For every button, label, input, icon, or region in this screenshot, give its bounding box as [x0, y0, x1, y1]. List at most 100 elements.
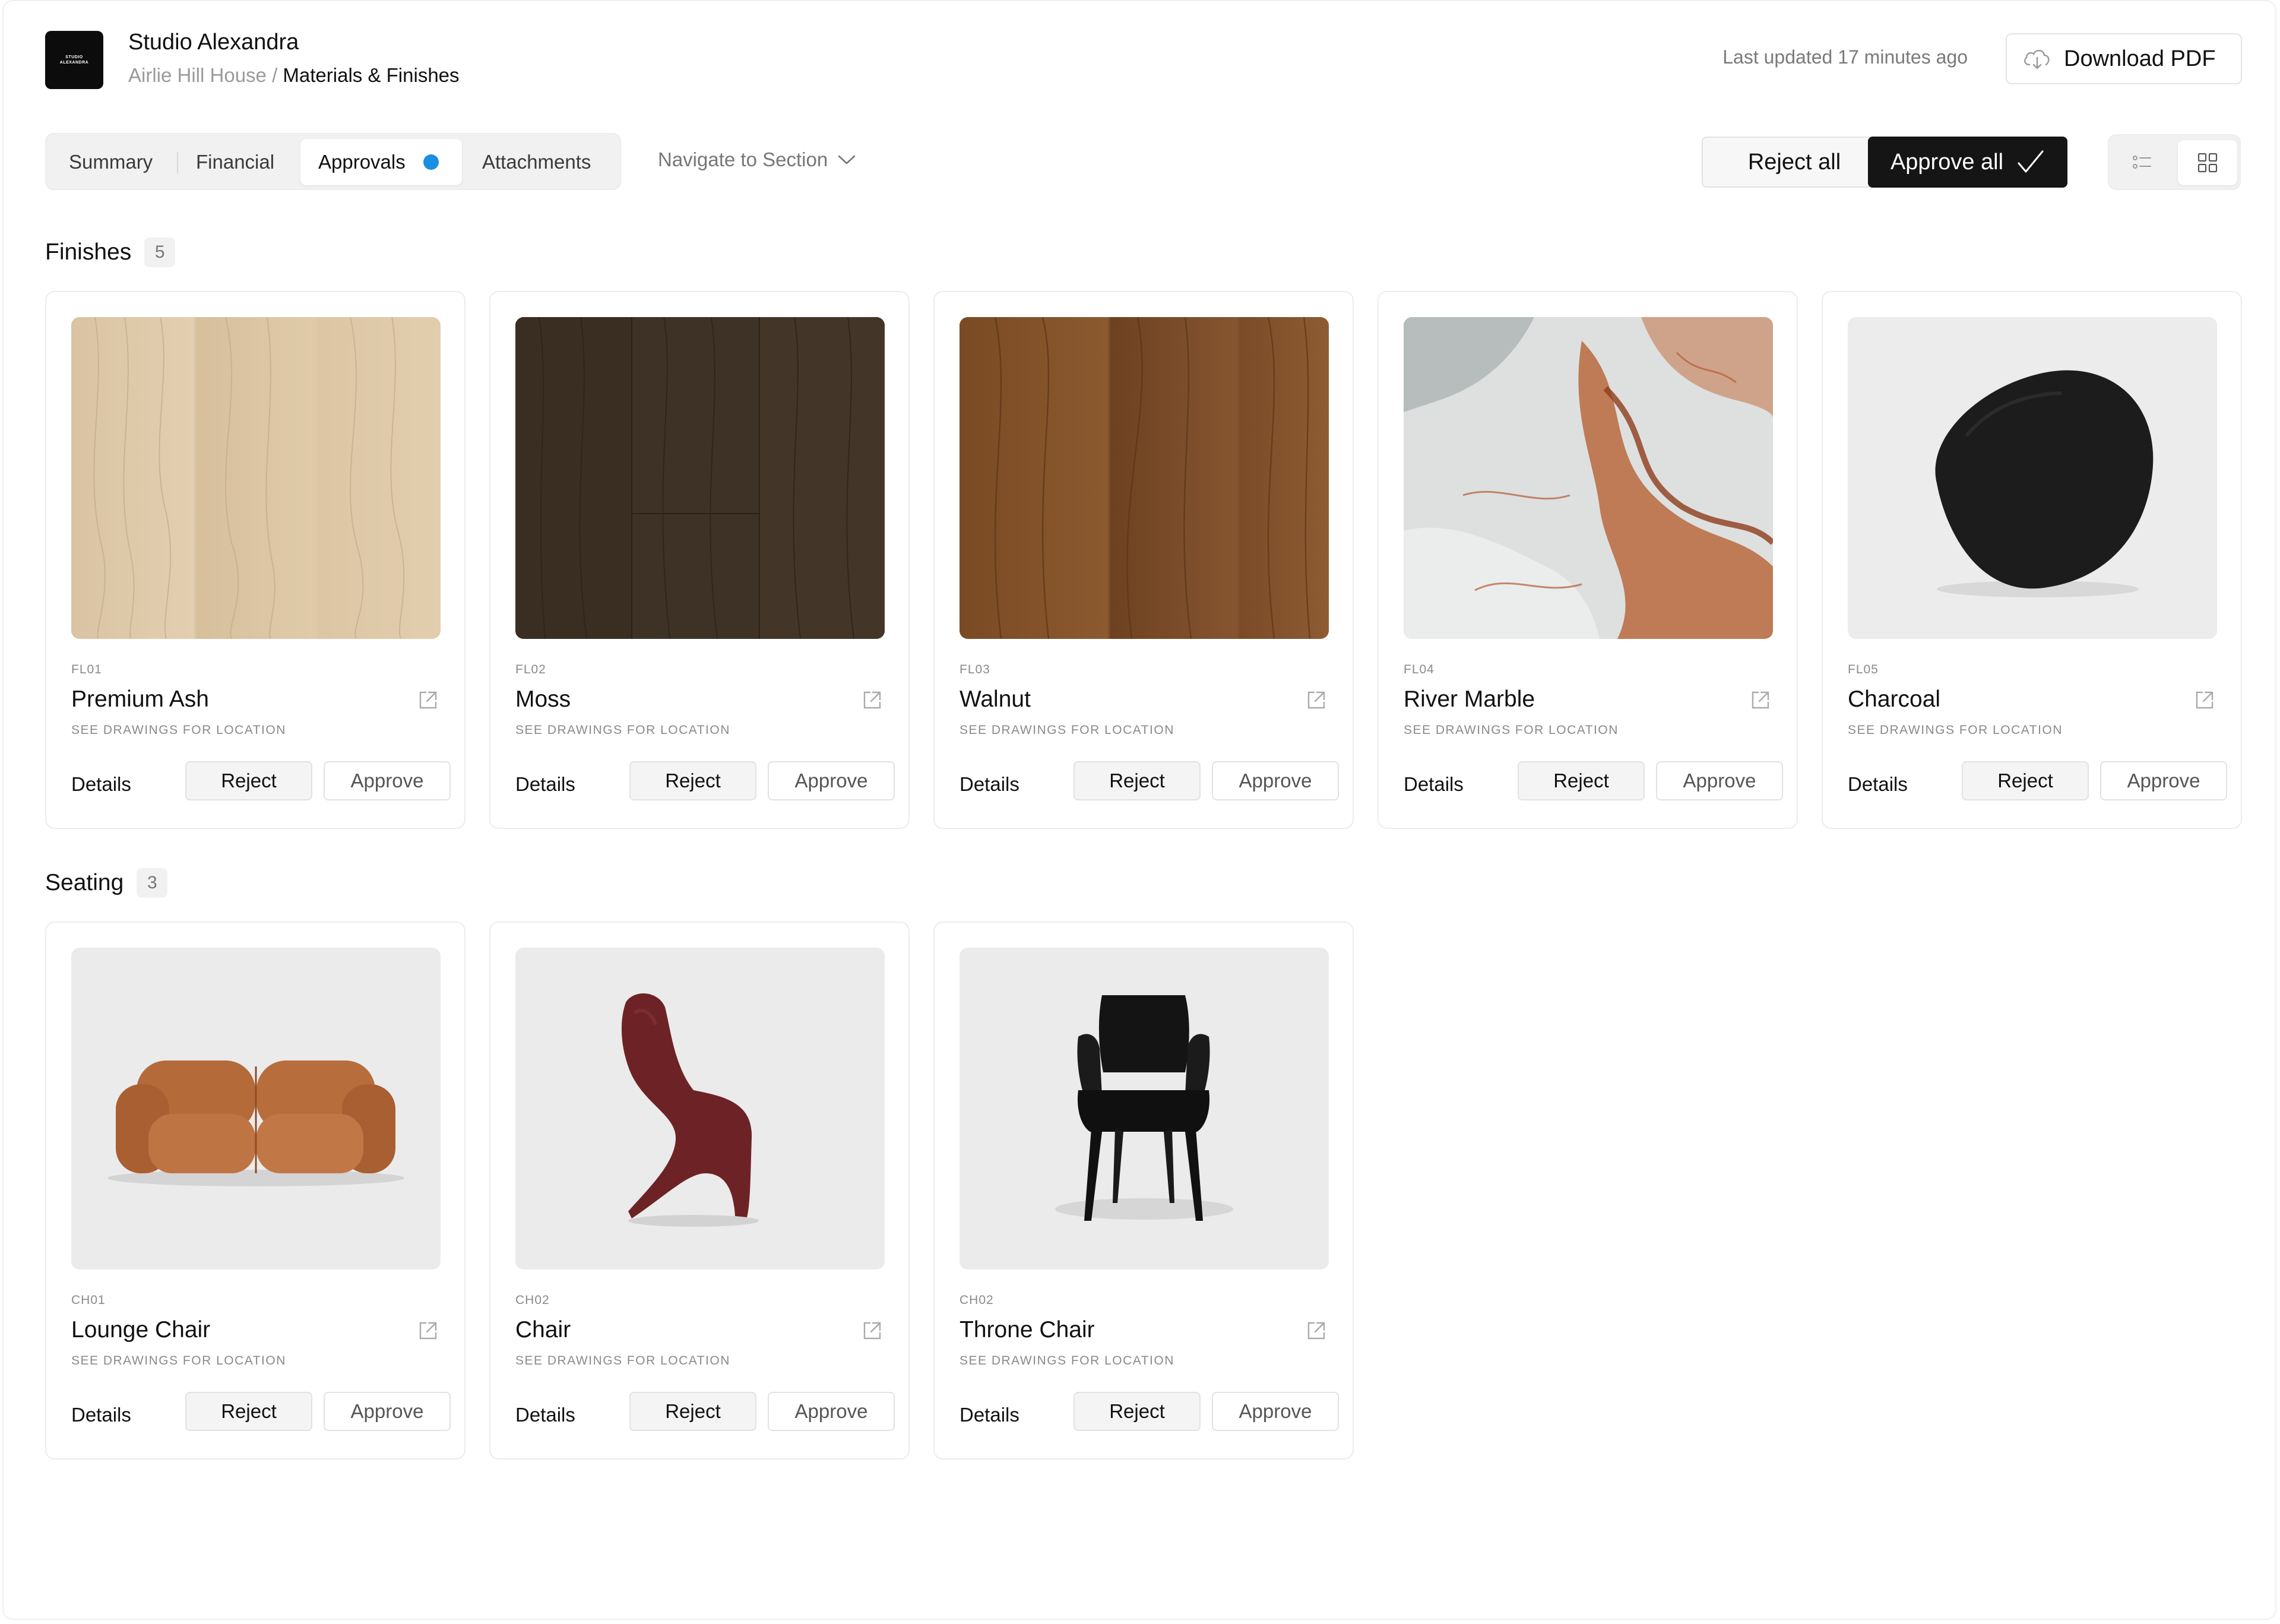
material-location: SEE DRAWINGS FOR LOCATION — [1404, 723, 1619, 737]
cloud-download-icon — [2024, 50, 2050, 69]
external-link-icon[interactable] — [861, 1319, 884, 1342]
grid-view-icon — [2197, 153, 2218, 173]
material-location: SEE DRAWINGS FOR LOCATION — [71, 723, 286, 737]
reject-button[interactable]: Reject — [1518, 761, 1645, 800]
material-image-red-veined-marble — [1404, 317, 1773, 639]
section-title-text: Seating — [45, 870, 124, 895]
tab-attachments-label: Attachments — [482, 151, 591, 173]
details-link[interactable]: Details — [71, 773, 131, 796]
details-link[interactable]: Details — [515, 773, 575, 796]
navigate-to-section-dropdown[interactable]: Navigate to Section — [658, 148, 856, 171]
reject-button[interactable]: Reject — [185, 761, 312, 800]
approve-button[interactable]: Approve — [324, 1392, 451, 1431]
material-card[interactable]: CH01 Lounge Chair SEE DRAWINGS FOR LOCAT… — [45, 922, 466, 1460]
reject-button[interactable]: Reject — [1074, 761, 1201, 800]
material-location: SEE DRAWINGS FOR LOCATION — [1848, 723, 2063, 737]
material-name: Moss — [515, 686, 571, 712]
tab-summary[interactable]: Summary — [51, 139, 170, 185]
material-card[interactable]: FL02 Moss SEE DRAWINGS FOR LOCATION Deta… — [489, 291, 910, 829]
material-code: CH02 — [515, 1293, 550, 1307]
details-link[interactable]: Details — [960, 773, 1019, 796]
approve-button[interactable]: Approve — [1656, 761, 1783, 800]
material-code: CH02 — [960, 1293, 994, 1307]
material-name: Charcoal — [1848, 686, 1941, 712]
reject-button[interactable]: Reject — [629, 1392, 756, 1431]
tab-attachments[interactable]: Attachments — [464, 139, 609, 185]
material-code: CH01 — [71, 1293, 106, 1307]
section-count-badge: 5 — [144, 238, 176, 267]
checkmark-icon — [2018, 150, 2044, 173]
material-card[interactable]: FL05 Charcoal SEE DRAWINGS FOR LOCATION … — [1822, 291, 2242, 829]
approve-all-label: Approve all — [1890, 149, 2004, 175]
grid-view-button[interactable] — [2178, 140, 2237, 185]
tab-approvals-label: Approvals — [318, 151, 406, 173]
breadcrumb-project[interactable]: Airlie Hill House — [128, 64, 267, 86]
reject-button[interactable]: Reject — [1962, 761, 2089, 800]
material-name: Premium Ash — [71, 686, 209, 712]
section-title-seating: Seating 3 — [45, 868, 168, 898]
app-window: STUDIO ALEXANDRA Studio Alexandra Airlie… — [2, 0, 2276, 1620]
section-title-text: Finishes — [45, 239, 132, 265]
list-view-button[interactable] — [2113, 140, 2172, 185]
material-card[interactable]: FL03 Walnut SEE DRAWINGS FOR LOCATION De… — [933, 291, 1354, 829]
details-link[interactable]: Details — [1848, 773, 1908, 796]
approve-button[interactable]: Approve — [1212, 761, 1339, 800]
material-name: Walnut — [960, 686, 1031, 712]
material-image-light-ash-wood — [71, 317, 441, 639]
approve-button[interactable]: Approve — [1212, 1392, 1339, 1431]
material-card[interactable]: CH02 Chair SEE DRAWINGS FOR LOCATION Det… — [489, 922, 910, 1460]
external-link-icon[interactable] — [417, 689, 439, 711]
material-name: Throne Chair — [960, 1317, 1095, 1343]
download-pdf-label: Download PDF — [2064, 46, 2216, 71]
external-link-icon[interactable] — [1305, 689, 1328, 711]
approve-button[interactable]: Approve — [324, 761, 451, 800]
material-card[interactable]: CH02 Throne Chair SEE DRAWINGS FOR LOCAT… — [933, 922, 1354, 1460]
material-card[interactable]: FL04 River Marble SEE DRAWINGS FOR LOCAT… — [1378, 291, 1798, 829]
details-link[interactable]: Details — [515, 1404, 575, 1426]
tab-financial[interactable]: Financial — [178, 139, 292, 185]
reject-button[interactable]: Reject — [1074, 1392, 1201, 1431]
external-link-icon[interactable] — [2193, 689, 2216, 711]
reject-all-button[interactable]: Reject all — [1702, 137, 1887, 188]
approve-button[interactable]: Approve — [768, 1392, 895, 1431]
external-link-icon[interactable] — [1749, 689, 1772, 711]
header: STUDIO ALEXANDRA Studio Alexandra Airlie… — [45, 25, 2242, 96]
tab-summary-label: Summary — [69, 151, 153, 173]
last-updated-text: Last updated 17 minutes ago — [1722, 46, 1968, 68]
reject-button[interactable]: Reject — [629, 761, 756, 800]
material-image-charcoal-swatch — [1848, 317, 2217, 639]
reject-button[interactable]: Reject — [185, 1392, 312, 1431]
breadcrumb-separator: / — [266, 64, 283, 86]
material-location: SEE DRAWINGS FOR LOCATION — [515, 723, 730, 737]
view-toggle — [2108, 134, 2241, 190]
approve-button[interactable]: Approve — [768, 761, 895, 800]
external-link-icon[interactable] — [1305, 1319, 1328, 1342]
material-image-dark-oak-wood — [515, 317, 885, 639]
material-code: FL05 — [1848, 663, 1879, 676]
section-title-finishes: Finishes 5 — [45, 238, 176, 267]
details-link[interactable]: Details — [1404, 773, 1464, 796]
download-pdf-button[interactable]: Download PDF — [2006, 33, 2242, 84]
navigate-to-section-label: Navigate to Section — [658, 148, 828, 170]
tab-bar: Summary Financial Approvals Attachments — [45, 133, 621, 190]
material-name: River Marble — [1404, 686, 1535, 712]
approve-button[interactable]: Approve — [2100, 761, 2227, 800]
material-image-tan-leather-sofa — [71, 948, 441, 1270]
breadcrumb-current: Materials & Finishes — [283, 64, 460, 86]
details-link[interactable]: Details — [71, 1404, 131, 1426]
material-name: Lounge Chair — [71, 1317, 211, 1343]
tab-financial-label: Financial — [196, 151, 275, 173]
material-card[interactable]: FL01 Premium Ash SEE DRAWINGS FOR LOCATI… — [45, 291, 466, 829]
approve-all-button[interactable]: Approve all — [1868, 137, 2067, 188]
external-link-icon[interactable] — [417, 1319, 439, 1342]
section-count-badge: 3 — [137, 868, 168, 898]
material-location: SEE DRAWINGS FOR LOCATION — [71, 1354, 286, 1367]
material-code: FL03 — [960, 663, 990, 676]
chevron-down-icon — [838, 155, 856, 164]
details-link[interactable]: Details — [960, 1404, 1019, 1426]
breadcrumb: Airlie Hill House / Materials & Finishes — [128, 64, 460, 87]
external-link-icon[interactable] — [861, 689, 884, 711]
material-location: SEE DRAWINGS FOR LOCATION — [960, 1354, 1174, 1367]
material-image-black-armchair — [960, 948, 1329, 1270]
tab-approvals[interactable]: Approvals — [300, 139, 462, 185]
